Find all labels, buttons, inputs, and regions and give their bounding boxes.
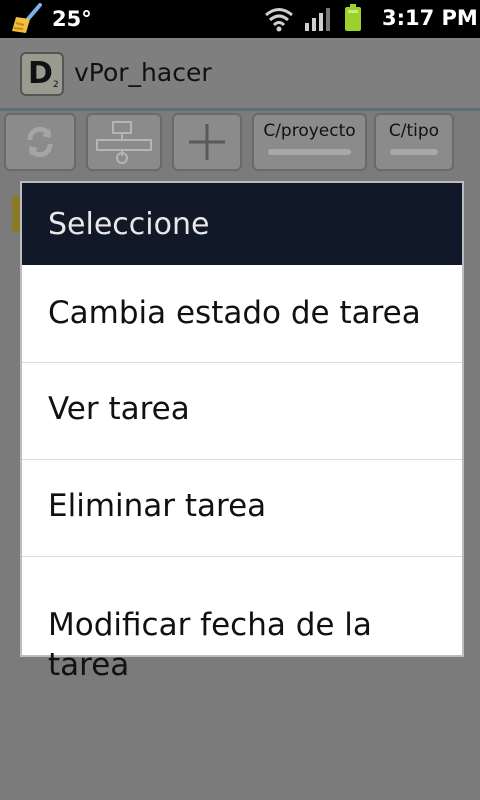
status-bar: 25° 3:17 PM (0, 0, 480, 38)
action-bar: D 2 vPor_hacer (0, 38, 480, 111)
dialog-title: Seleccione (48, 207, 210, 242)
menu-item-label: Ver tarea (48, 391, 190, 427)
context-menu-dialog: Seleccione Cambia estado de tarea Ver ta… (22, 183, 462, 683)
menu-item-label: Cambia estado de tarea (48, 295, 421, 331)
signal-icon (305, 8, 330, 31)
dialog-header: Seleccione (22, 183, 462, 265)
spinner-underline (390, 149, 438, 155)
app-icon-subscript: 2 (53, 80, 59, 90)
list-item-marker (12, 196, 22, 232)
menu-item-label: Modificar fecha de la tarea (48, 607, 372, 683)
menu-item-delete-task[interactable]: Eliminar tarea (22, 460, 462, 556)
project-filter-spinner[interactable]: C/proyecto (252, 113, 367, 171)
broom-icon (12, 3, 42, 33)
flowchart-button[interactable] (86, 113, 162, 171)
app-title: vPor_hacer (74, 58, 212, 87)
menu-item-modify-date[interactable]: Modificar fecha de la tarea (22, 557, 462, 683)
spinner-underline (268, 149, 351, 155)
refresh-button[interactable] (4, 113, 76, 171)
refresh-icon (27, 126, 53, 158)
project-filter-label: C/proyecto (263, 121, 356, 141)
menu-item-change-status[interactable]: Cambia estado de tarea (22, 265, 462, 362)
menu-item-view-task[interactable]: Ver tarea (22, 363, 462, 459)
temperature-text: 25° (52, 7, 92, 31)
wifi-icon (265, 8, 293, 32)
clock-text: 3:17 PM (382, 6, 478, 30)
type-filter-label: C/tipo (388, 121, 440, 141)
app-icon[interactable]: D 2 (20, 52, 64, 96)
type-filter-spinner[interactable]: C/tipo (374, 113, 454, 171)
app-icon-letter: D (28, 56, 53, 91)
plus-icon (189, 124, 225, 160)
menu-item-label: Eliminar tarea (48, 488, 267, 524)
toolbar: C/proyecto C/tipo (0, 111, 480, 175)
flowchart-icon (96, 121, 152, 164)
battery-icon (345, 4, 361, 31)
add-button[interactable] (172, 113, 242, 171)
